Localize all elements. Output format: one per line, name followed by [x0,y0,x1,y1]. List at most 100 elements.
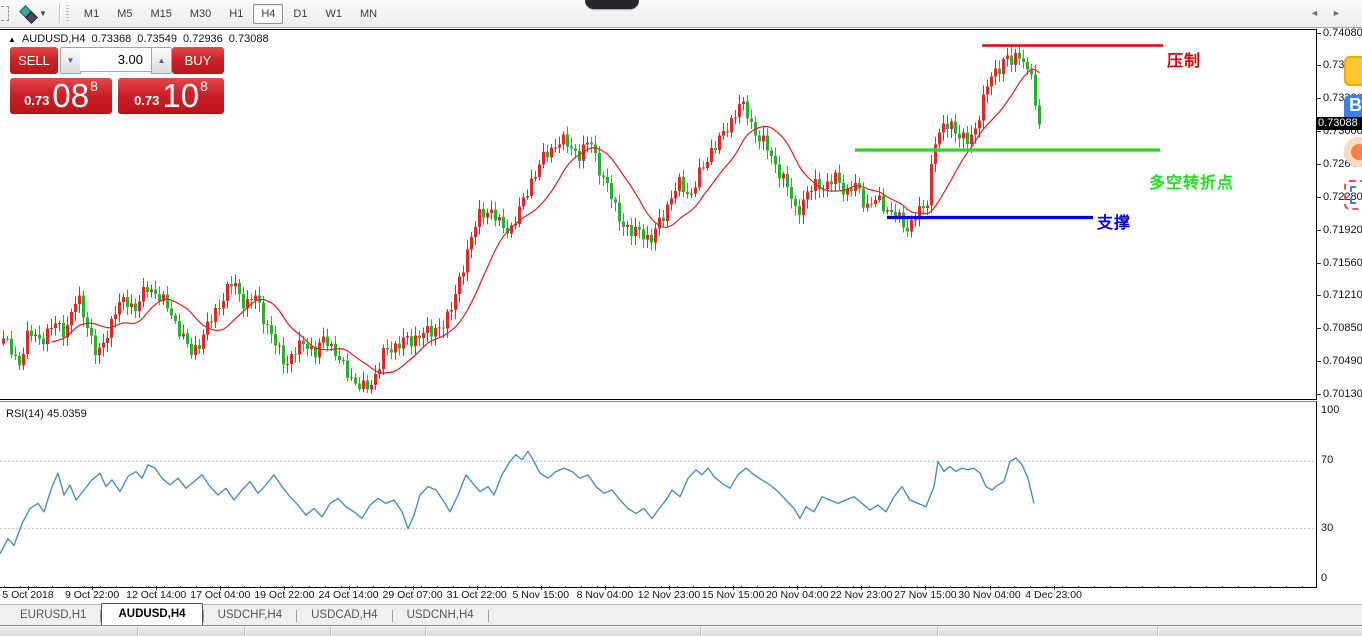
timeframe-button-m5[interactable]: M5 [109,4,140,24]
time-axis-minor-tick [437,586,438,588]
time-axis-minor-tick [325,586,326,588]
timeframe-button-m30[interactable]: M30 [182,4,219,24]
taskbar-divider [244,627,245,636]
buy-price-tile[interactable]: 0.73 10 8 [118,78,224,114]
tab-usdcnh-h4[interactable]: USDCNH,H4 [393,605,488,625]
timeframe-button-d1[interactable]: D1 [285,4,315,24]
rsi-axis-label: 30 [1321,522,1333,534]
time-axis-minor-tick [1062,586,1063,588]
timeframe-button-mn[interactable]: MN [352,4,385,24]
tab-usdcad-h4[interactable]: USDCAD,H4 [297,605,391,625]
price-axis-tick [1316,33,1321,34]
time-axis-label: 27 Nov 15:00 [894,589,956,601]
toolbar: ▼ M1M5M15M30H1H4D1W1MN [0,0,1362,28]
clipped-toolbar-icon[interactable] [0,6,9,21]
rsi-axis-label: 100 [1321,404,1339,416]
sell-price-big: 08 [52,81,89,111]
price-axis-tick [1316,295,1321,296]
ohlc-close: 0.73088 [229,33,269,45]
time-axis-minor-tick [565,586,566,588]
tab-scroll-left-icon[interactable]: ◄ [1310,8,1319,18]
time-axis-minor-tick [389,586,390,588]
time-axis-minor-tick [629,586,630,588]
ohlc-open: 0.73368 [92,33,132,45]
sell-button[interactable]: SELL [10,47,58,74]
time-axis-minor-tick [709,586,710,588]
timeframe-button-h4[interactable]: H4 [253,4,283,24]
time-axis-minor-tick [1110,586,1111,588]
sell-price-tile[interactable]: 0.73 08 8 [10,78,112,114]
volume-decrease-button[interactable]: ▼ [60,47,81,74]
tab-audusd-h4[interactable]: AUDUSD,H4 [101,603,202,625]
volume-input[interactable]: 3.00 [80,47,151,72]
support-label[interactable]: 支撑 [1097,209,1131,233]
time-axis-minor-tick [1014,586,1015,588]
buy-button[interactable]: BUY [172,47,224,74]
time-axis-minor-tick [1126,586,1127,588]
time-axis-minor-tick [100,586,101,588]
time-axis-minor-tick [1302,586,1303,588]
time-axis-minor-tick [998,586,999,588]
rsi-indicator-pane[interactable]: RSI(14) 45.0359 [0,401,1317,588]
taskbar-divider [700,627,701,636]
toolbar-separator [59,4,60,23]
resistance-label[interactable]: 压制 [1167,47,1201,71]
time-axis-minor-tick [933,586,934,588]
time-axis-minor-tick [501,586,502,588]
time-axis-minor-tick [533,586,534,588]
time-axis-minor-tick [212,586,213,588]
screen-notch [585,0,639,9]
timeframe-group: M1M5M15M30H1H4D1W1MN [75,4,386,24]
chevron-down-icon[interactable]: ▼ [39,9,47,18]
rsi-axis-label: 70 [1321,454,1333,466]
time-axis[interactable]: 5 Oct 20189 Oct 22:0012 Oct 14:0017 Oct … [0,586,1362,604]
time-axis-minor-tick [228,586,229,588]
floating-shortcut-icon-1[interactable] [1344,56,1362,86]
time-axis-minor-tick [244,586,245,588]
time-axis-minor-tick [36,586,37,588]
time-axis-minor-tick [1254,586,1255,588]
time-axis-minor-tick [613,586,614,588]
time-axis-minor-tick [950,586,951,588]
current-price-tag: 0.73088 [1316,117,1362,130]
collapse-triangle-icon[interactable]: ▲ [8,35,16,44]
volume-increase-button[interactable]: ▲ [151,47,172,74]
ohlc-high: 0.73549 [137,33,177,45]
timeframe-button-m15[interactable]: M15 [142,4,179,24]
time-axis-label: 20 Nov 04:00 [766,589,828,601]
taskbar-strip [0,625,1362,636]
time-axis-minor-tick [1190,586,1191,588]
time-axis-minor-tick [4,586,5,588]
sell-price-sup: 8 [90,80,98,92]
time-axis-minor-tick [373,586,374,588]
time-axis-minor-tick [421,586,422,588]
time-axis-minor-tick [966,586,967,588]
price-axis-tick [1316,361,1321,362]
chart-objects-icon[interactable] [19,6,37,22]
price-axis-tick [1316,197,1321,198]
time-axis-minor-tick [132,586,133,588]
taskbar-divider [425,627,426,636]
timeframe-button-m1[interactable]: M1 [76,4,107,24]
toolbar-grip[interactable] [66,5,69,23]
time-axis-minor-tick [853,586,854,588]
pivot-label[interactable]: 多空转折点 [1149,169,1234,193]
timeframe-button-w1[interactable]: W1 [317,4,350,24]
price-axis-tick [1316,131,1321,132]
tab-eurusd-h1[interactable]: EURUSD,H1 [6,605,100,625]
time-axis-label: 19 Oct 22:00 [254,589,314,601]
time-axis-minor-tick [1222,586,1223,588]
time-axis-minor-tick [405,586,406,588]
price-axis-label: 0.70850 [1323,322,1362,334]
time-axis-minor-tick [260,586,261,588]
floating-shortcut-icon-4[interactable] [1344,180,1362,210]
rsi-axis[interactable]: 10070300 [1316,401,1362,586]
price-chart-pane[interactable]: ▲ AUDUSD,H4 0.73368 0.73549 0.72936 0.73… [0,29,1317,400]
time-axis-minor-tick [68,586,69,588]
timeframe-button-h1[interactable]: H1 [221,4,251,24]
tab-usdchf-h4[interactable]: USDCHF,H4 [204,605,297,625]
time-axis-minor-tick [789,586,790,588]
sell-price-prefix: 0.73 [24,91,49,111]
time-axis-minor-tick [20,586,21,588]
tab-scroll-right-icon[interactable]: ► [1332,8,1341,18]
